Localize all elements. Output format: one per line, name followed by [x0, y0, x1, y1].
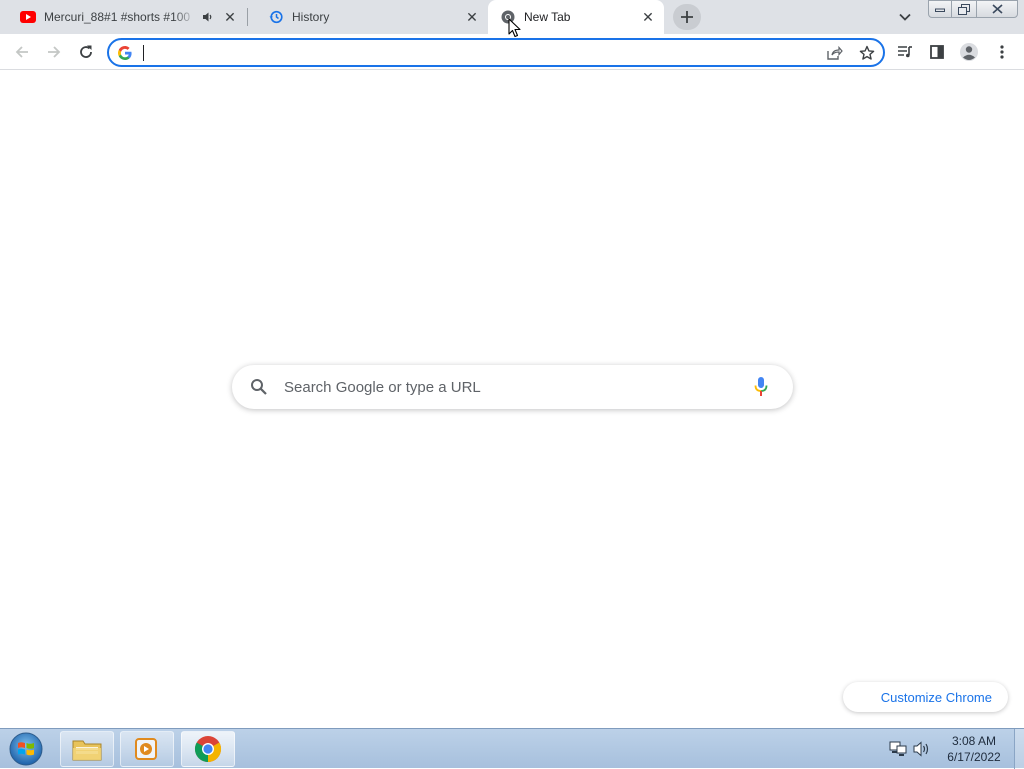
show-desktop-button[interactable]: [1014, 729, 1024, 769]
tab-title: Mercuri_88#1 #shorts #100: [44, 10, 191, 24]
clock-date: 6/17/2022: [947, 750, 1001, 764]
customize-label: Customize Chrome: [880, 689, 992, 705]
minimize-button[interactable]: [928, 0, 952, 18]
new-tab-page: Customize Chrome: [0, 71, 1024, 727]
side-panel-icon: [930, 45, 944, 59]
tab-youtube[interactable]: Mercuri_88#1 #shorts #100 ✕: [0, 0, 246, 34]
share-icon[interactable]: [825, 43, 845, 63]
network-icon[interactable]: [889, 741, 907, 757]
chrome-menu-button[interactable]: [990, 40, 1014, 64]
start-button[interactable]: [4, 730, 48, 768]
system-clock[interactable]: 3:08 AM 6/17/2022: [940, 733, 1008, 765]
more-vert-icon: [1000, 45, 1004, 59]
search-icon: [250, 378, 268, 396]
tab-title: New Tab: [524, 10, 571, 24]
clock-time: 3:08 AM: [951, 734, 997, 748]
windows-logo-icon: [9, 732, 43, 766]
media-queue-icon: [898, 46, 912, 58]
text-caret: [143, 45, 144, 61]
taskbar-explorer[interactable]: [60, 731, 114, 767]
reload-button[interactable]: [74, 40, 98, 64]
taskbar-media-player[interactable]: [120, 731, 174, 767]
media-controls-button[interactable]: [893, 40, 917, 64]
close-tab-icon[interactable]: ✕: [464, 9, 480, 25]
search-input[interactable]: [284, 377, 744, 397]
volume-icon[interactable]: [913, 741, 931, 757]
close-window-button[interactable]: [976, 0, 1018, 18]
close-icon: [991, 4, 1003, 14]
side-panel-button[interactable]: [925, 40, 949, 64]
restore-icon: [958, 3, 970, 15]
tab-history[interactable]: History ✕: [248, 0, 488, 34]
reload-icon: [80, 45, 92, 58]
taskbar-chrome[interactable]: [181, 731, 235, 767]
browser-toolbar: [0, 34, 1024, 70]
history-icon: [268, 9, 284, 25]
windows-taskbar: 3:08 AM 6/17/2022: [0, 728, 1024, 769]
tab-title: History: [292, 10, 330, 24]
forward-button[interactable]: [42, 40, 66, 64]
media-player-icon: [135, 738, 157, 760]
restore-button[interactable]: [951, 0, 977, 18]
back-button[interactable]: [10, 40, 34, 64]
new-tab-button[interactable]: [673, 4, 701, 30]
address-bar[interactable]: [107, 38, 885, 67]
customize-chrome-button[interactable]: Customize Chrome: [843, 682, 1008, 712]
chrome-icon: [194, 736, 222, 763]
address-input[interactable]: [141, 43, 801, 63]
avatar-icon: [960, 43, 978, 61]
microphone-icon[interactable]: [754, 376, 774, 398]
profile-button[interactable]: [957, 40, 981, 64]
close-tab-icon[interactable]: ✕: [640, 9, 656, 25]
close-tab-icon[interactable]: ✕: [222, 9, 238, 25]
tab-search-button[interactable]: [896, 8, 914, 26]
plus-icon: [681, 11, 693, 23]
star-icon[interactable]: [857, 43, 877, 63]
speaker-icon[interactable]: [200, 9, 216, 25]
minimize-icon: [935, 8, 945, 12]
arrow-left-icon: [15, 46, 28, 58]
chevron-down-icon: [899, 13, 911, 21]
mouse-cursor: [508, 18, 521, 38]
search-box[interactable]: [232, 365, 793, 409]
arrow-right-icon: [48, 46, 61, 58]
windows-explorer-icon: [72, 740, 102, 761]
google-g-icon: [117, 45, 133, 61]
youtube-icon: [20, 9, 36, 25]
